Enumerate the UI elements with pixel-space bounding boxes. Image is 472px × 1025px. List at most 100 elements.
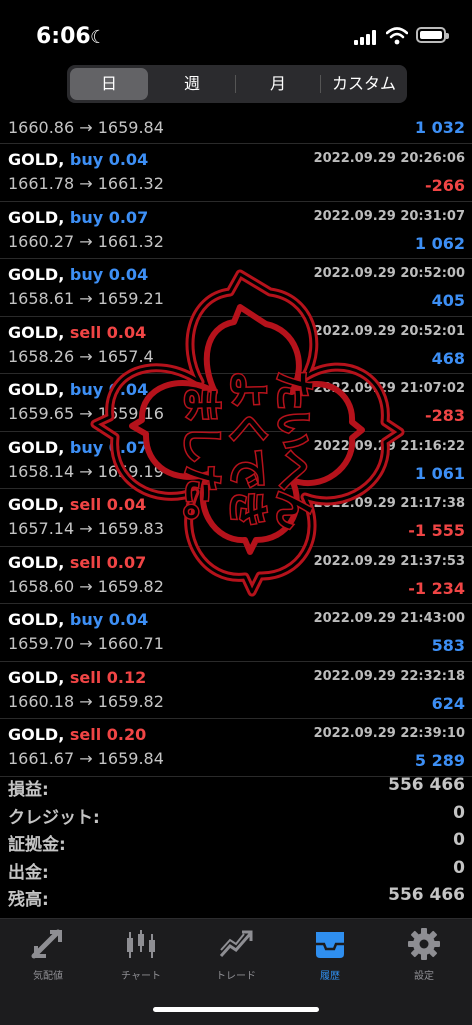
trade-side: buy 0.04 [69,380,149,399]
trade-profit: 1 061 [414,463,465,483]
trade-prices: 1658.14 → 1659.19 [8,461,164,481]
trade-row[interactable]: GOLD, sell 0.12 2022.09.29 22:32:18 1660.1… [0,662,472,719]
trade-side: buy 0.04 [69,265,149,284]
tab-chart[interactable]: チャート [101,927,181,982]
summary-value: 0 [453,802,465,823]
trade-date: 2022.09.29 20:52:01 [313,323,465,339]
summary-profit-row: 損益: 556 466 [0,773,472,801]
tab-history[interactable]: 履歴 [290,927,370,982]
segment-month[interactable]: 月 [239,68,317,100]
trade-side: sell 0.07 [69,552,147,572]
quotes-icon [31,929,62,959]
summary-withdrawal-row: 出金: 0 [0,856,472,884]
trade-row[interactable]: GOLD, sell 0.20 2022.09.29 22:39:10 1661.6… [0,719,472,777]
trade-prices: 1659.70 → 1660.71 [8,634,164,653]
symbol-label: GOLD, [8,495,65,514]
chart-icon [127,930,155,958]
trade-date: 2022.09.29 20:52:00 [313,266,465,281]
trade-row[interactable]: GOLD, buy 0.07 2022.09.29 21:16:22 1658.14… [0,432,472,489]
settings-icon [408,928,440,960]
tab-label: 気配値 [33,971,63,982]
trade-symbol: GOLD, sell 0.12 [8,668,146,687]
trade-prices: 1660.86 → 1659.84 [8,118,164,137]
trade-profit: 405 [431,291,465,310]
tab-trade[interactable]: トレード [196,927,276,982]
trade-row[interactable]: GOLD, buy 0.07 2022.09.29 20:31:07 1660.27… [0,202,472,259]
tab-label: トレード [216,971,256,982]
summary-balance-row: 残高: 556 466 [0,883,472,911]
trade-row[interactable]: GOLD, buy 0.04 2022.09.29 20:26:06 1661.78… [0,144,472,202]
summary-label: クレジット: [8,807,100,828]
summary-label: 損益: [8,780,49,800]
symbol-label: GOLD, [8,610,65,629]
battery-icon [416,27,449,43]
summary-value: 0 [453,857,465,878]
symbol-label: GOLD, [8,150,65,169]
trade-profit: -1 234 [408,578,465,598]
trade-profit: -1 555 [408,521,465,540]
trade-symbol: GOLD, sell 0.20 [8,725,146,744]
status-time: 6:06 [36,24,91,49]
tab-label: チャート [121,971,161,982]
trade-side: sell 0.04 [69,322,147,342]
trade-row[interactable]: GOLD, buy 0.04 2022.09.29 20:52:00 1658.61… [0,259,472,317]
trade-date: 2022.09.29 21:07:02 [313,381,465,396]
trade-row[interactable]: GOLD, sell 0.04 2022.09.29 21:17:38 1657.1… [0,489,472,547]
trade-side: buy 0.04 [69,150,149,169]
trade-row[interactable]: GOLD, buy 0.04 2022.09.29 21:07:02 1659.65… [0,374,472,432]
trade-history-list: 1660.86 → 1659.84 1 032 GOLD, buy 0.04 20… [0,115,472,777]
trade-prices: 1661.67 → 1659.84 [8,749,164,768]
segment-day[interactable]: 日 [70,68,148,100]
symbol-label: GOLD, [8,322,65,342]
symbol-label: GOLD, [8,265,65,284]
wifi-icon [386,27,408,45]
history-icon [316,932,344,958]
trade-symbol: GOLD, sell 0.07 [8,553,146,572]
trade-profit: 468 [431,348,465,368]
trade-profit: 624 [431,693,465,713]
trade-profit: 1 062 [414,233,465,253]
trade-date: 2022.09.29 21:16:22 [313,438,465,454]
symbol-label: GOLD, [8,552,65,572]
trade-prices: 1661.78 → 1661.32 [8,174,164,193]
trade-symbol: GOLD, buy 0.07 [8,208,148,227]
summary-value: 556 466 [388,775,465,795]
trade-row[interactable]: GOLD, sell 0.07 2022.09.29 21:37:53 1658.6… [0,547,472,604]
segment-week[interactable]: 週 [153,68,231,100]
summary-credit-row: クレジット: 0 [0,801,472,829]
summary-label: 残高: [8,890,49,910]
trade-row[interactable]: 1660.86 → 1659.84 1 032 [0,115,472,144]
trade-symbol: GOLD, buy 0.04 [8,265,148,284]
tab-label: 履歴 [320,971,340,982]
trade-side: sell 0.04 [69,495,147,514]
trade-prices: 1660.27 → 1661.32 [8,231,164,251]
trade-prices: 1658.60 → 1659.82 [8,576,164,596]
trade-row[interactable]: GOLD, buy 0.04 2022.09.29 21:43:00 1659.70… [0,604,472,662]
trade-profit: 5 289 [414,751,465,770]
trade-side: buy 0.04 [69,610,149,629]
trade-prices: 1659.65 → 1659.16 [8,404,164,423]
trade-profit: 1 032 [414,118,465,137]
summary-value: 556 466 [388,885,465,905]
symbol-label: GOLD, [8,667,65,687]
tab-settings[interactable]: 設定 [384,927,464,982]
trade-prices: 1658.61 → 1659.21 [8,289,164,308]
tab-quotes[interactable]: 気配値 [8,927,88,982]
trade-symbol: GOLD, sell 0.04 [8,495,146,514]
summary-label: 証拠金: [8,835,66,855]
trade-symbol: GOLD, buy 0.04 [8,150,148,169]
trade-symbol: GOLD, buy 0.04 [8,610,148,629]
trade-date: 2022.09.29 21:37:53 [313,553,465,569]
trade-row[interactable]: GOLD, sell 0.04 2022.09.29 20:52:01 1658.2… [0,317,472,374]
status-bar: 6:06 ☾ [0,0,472,60]
trade-side: buy 0.07 [69,437,149,457]
symbol-label: GOLD, [8,437,65,457]
trade-symbol: GOLD, buy 0.04 [8,380,148,399]
tab-label: 設定 [414,971,434,982]
segment-custom[interactable]: カスタム [323,68,405,100]
trade-profit: -266 [424,176,465,195]
moon-icon: ☾ [90,27,107,48]
trade-date: 2022.09.29 20:31:07 [313,208,465,224]
summary-margin-row: 証拠金: 0 [0,828,472,856]
trade-side: sell 0.12 [69,667,147,687]
